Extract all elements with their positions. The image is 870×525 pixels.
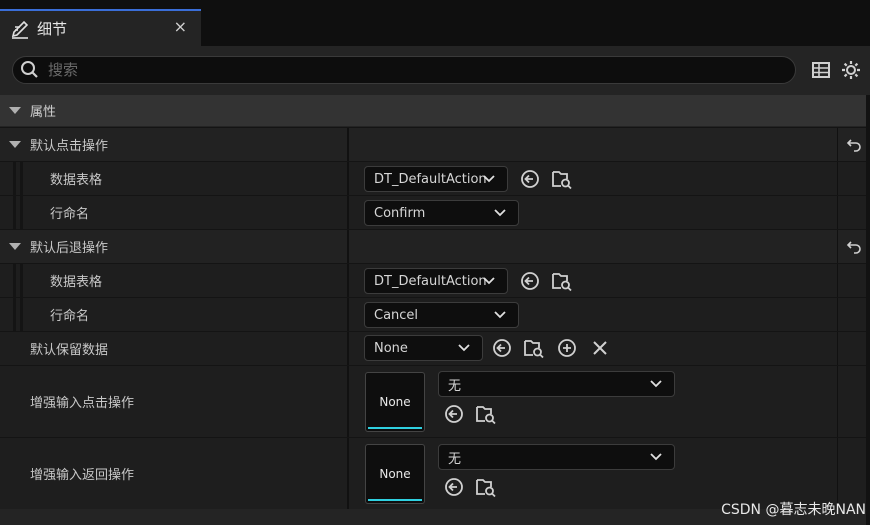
table-view-icon[interactable]: [811, 60, 831, 80]
collapse-arrow-icon[interactable]: [9, 141, 21, 148]
browse-folder-icon[interactable]: [475, 403, 497, 425]
group-toggle[interactable]: 默认点击操作: [0, 128, 108, 161]
thumbnail-label: None: [379, 467, 411, 481]
use-selected-icon[interactable]: [520, 169, 540, 189]
use-selected-icon[interactable]: [444, 404, 464, 424]
column-divider: [837, 298, 838, 331]
column-divider[interactable]: [347, 298, 349, 331]
search-icon: [21, 61, 38, 78]
close-icon[interactable]: ×: [174, 17, 187, 36]
group-default-back: 默认后退操作: [0, 229, 866, 263]
row-data-table: 数据表格 DT_DefaultAction: [0, 263, 866, 297]
column-divider: [837, 196, 838, 229]
add-icon[interactable]: [557, 338, 577, 358]
row-name-select[interactable]: Confirm: [364, 200, 519, 226]
chevron-down-icon: [483, 277, 495, 285]
column-divider[interactable]: [347, 128, 349, 161]
persistent-data-select[interactable]: None: [364, 335, 483, 361]
column-divider: [837, 366, 838, 437]
search-input[interactable]: [46, 60, 750, 80]
row-label: 数据表格: [50, 275, 103, 290]
column-divider[interactable]: [347, 332, 349, 365]
data-table-select[interactable]: DT_DefaultAction: [364, 166, 508, 192]
chevron-down-icon: [494, 311, 506, 319]
chevron-down-icon: [483, 175, 495, 183]
group-default-click: 默认点击操作: [0, 127, 866, 161]
pencil-icon: [11, 20, 29, 39]
input-action-select[interactable]: 无: [438, 444, 675, 470]
row-persistent-data: 默认保留数据 None: [0, 331, 866, 365]
column-divider[interactable]: [347, 162, 349, 195]
row-data-table: 数据表格 DT_DefaultAction: [0, 161, 866, 195]
row-label: 增强输入点击操作: [30, 396, 135, 411]
select-value: None: [374, 340, 408, 356]
data-table-select[interactable]: DT_DefaultAction: [364, 268, 508, 294]
asset-thumbnail[interactable]: None: [365, 372, 425, 432]
collapse-arrow-icon[interactable]: [9, 107, 21, 114]
row-label: 数据表格: [50, 173, 103, 188]
select-value: 无: [448, 378, 462, 394]
input-action-select[interactable]: 无: [438, 371, 675, 397]
asset-thumbnail[interactable]: None: [365, 444, 425, 504]
browse-folder-icon[interactable]: [523, 337, 545, 359]
column-divider[interactable]: [347, 230, 349, 263]
select-value: DT_DefaultAction: [374, 273, 487, 289]
chevron-down-icon: [458, 344, 470, 352]
row-label: 行命名: [50, 309, 90, 324]
scrollbar-track[interactable]: [866, 95, 870, 525]
row-name-select[interactable]: Cancel: [364, 302, 519, 328]
use-selected-icon[interactable]: [492, 338, 512, 358]
group-label: 默认点击操作: [30, 139, 109, 154]
column-divider[interactable]: [347, 264, 349, 297]
use-selected-icon[interactable]: [444, 477, 464, 497]
chevron-down-icon: [650, 380, 662, 388]
column-divider: [837, 264, 838, 297]
browse-folder-icon[interactable]: [551, 270, 573, 292]
collapse-arrow-icon[interactable]: [9, 243, 21, 250]
select-value: Confirm: [374, 205, 426, 221]
column-divider[interactable]: [347, 196, 349, 229]
browse-folder-icon[interactable]: [551, 168, 573, 190]
row-row-name: 行命名 Cancel: [0, 297, 866, 331]
column-divider[interactable]: [347, 438, 349, 509]
browse-folder-icon[interactable]: [475, 476, 497, 498]
row-label: 增强输入返回操作: [30, 468, 135, 483]
column-divider: [837, 128, 838, 161]
column-divider: [837, 332, 838, 365]
use-selected-icon[interactable]: [520, 271, 540, 291]
reset-arrow-icon[interactable]: [846, 239, 862, 255]
select-value: Cancel: [374, 307, 419, 323]
column-divider[interactable]: [347, 366, 349, 437]
column-divider: [837, 162, 838, 195]
clear-icon[interactable]: [591, 339, 609, 357]
details-tab[interactable]: 细节 ×: [0, 9, 201, 46]
thumbnail-label: None: [379, 395, 411, 409]
chevron-down-icon: [650, 453, 662, 461]
row-enhanced-click: 增强输入点击操作 None 无: [0, 365, 866, 437]
group-toggle[interactable]: 默认后退操作: [0, 230, 108, 263]
tab-title: 细节: [37, 20, 68, 38]
section-title: 属性: [30, 105, 57, 120]
watermark: CSDN @暮志未晚NAN: [721, 502, 866, 518]
row-row-name: 行命名 Confirm: [0, 195, 866, 229]
section-properties[interactable]: 属性: [0, 95, 866, 126]
column-divider: [837, 230, 838, 263]
select-value: 无: [448, 451, 462, 467]
row-label: 行命名: [50, 207, 90, 222]
settings-gear-icon[interactable]: [840, 59, 862, 81]
reset-arrow-icon[interactable]: [846, 137, 862, 153]
chevron-down-icon: [494, 209, 506, 217]
search-bar[interactable]: [12, 56, 796, 84]
group-label: 默认后退操作: [30, 241, 109, 256]
row-label: 默认保留数据: [30, 343, 109, 358]
select-value: DT_DefaultAction: [374, 171, 487, 187]
